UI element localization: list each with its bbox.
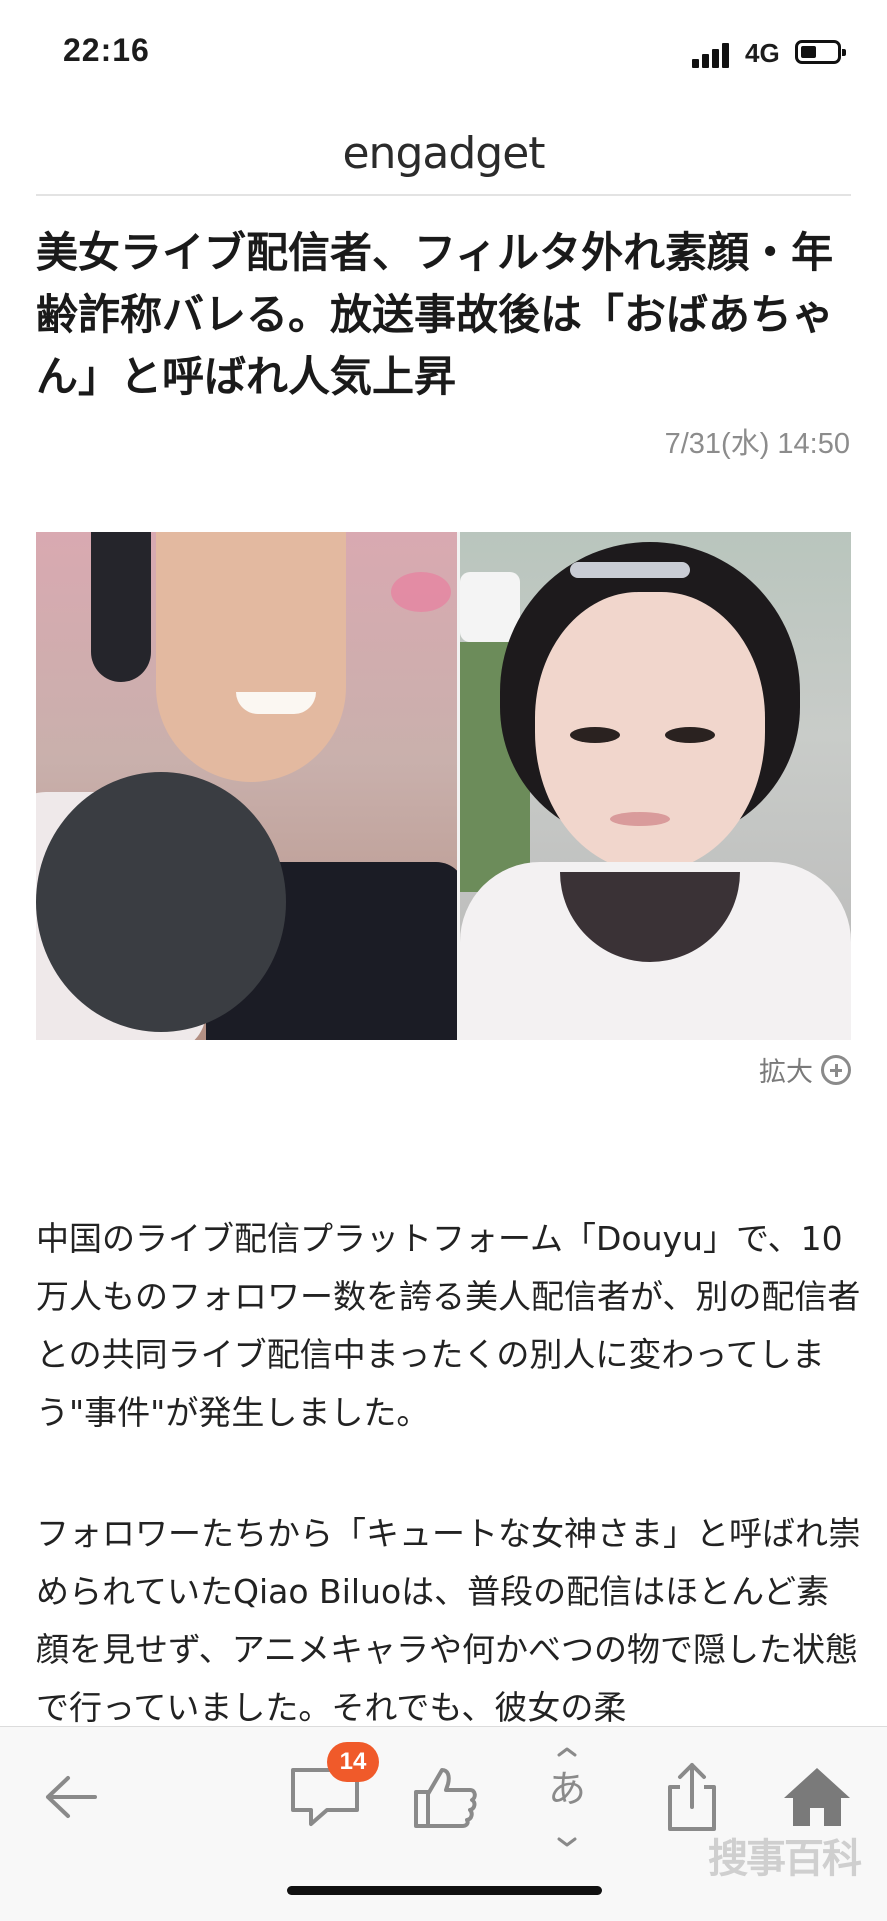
article-date: 7/31(水) 14:50 <box>664 428 850 460</box>
back-arrow-icon <box>46 1776 97 1818</box>
comment-count-badge: 14 <box>327 1742 379 1782</box>
photo-left-unfiltered <box>36 532 457 1040</box>
plus-circle-icon <box>821 1054 851 1085</box>
zoom-button[interactable]: 拡大 <box>759 1050 851 1089</box>
watermark: 搜事百科 <box>708 1836 862 1882</box>
home-indicator[interactable] <box>287 1886 602 1895</box>
article-headline: 美女ライブ配信者、フィルタ外れ素顔・年齢詐称バレる。放送事故後は「おばあちゃん」… <box>36 228 835 401</box>
back-button[interactable] <box>15 1727 125 1867</box>
share-icon <box>668 1763 716 1831</box>
thumbs-up-icon <box>414 1768 477 1828</box>
status-bar: 22:16 4G <box>0 0 887 110</box>
signal-icon <box>692 40 738 68</box>
network-type: 4G <box>745 38 780 68</box>
site-logo[interactable]: engadget <box>0 128 887 179</box>
font-size-label: あ <box>547 1767 586 1811</box>
article-paragraph: 中国のライブ配信プラットフォーム「Douyu」で、10万人ものフォロワー数を誇る… <box>36 1219 861 1432</box>
zoom-label: 拡大 <box>759 1057 813 1088</box>
status-time: 22:16 <box>63 32 150 68</box>
photo-right-filtered <box>460 532 851 1040</box>
home-icon <box>784 1768 850 1826</box>
battery-icon <box>795 40 846 64</box>
article-paragraph: フォロワーたちから「キュートな女神さま」と呼ばれ崇められていたQiao Bilu… <box>36 1514 861 1727</box>
article-photo[interactable] <box>36 532 851 1040</box>
header-divider <box>36 194 851 196</box>
like-button[interactable] <box>390 1727 500 1867</box>
